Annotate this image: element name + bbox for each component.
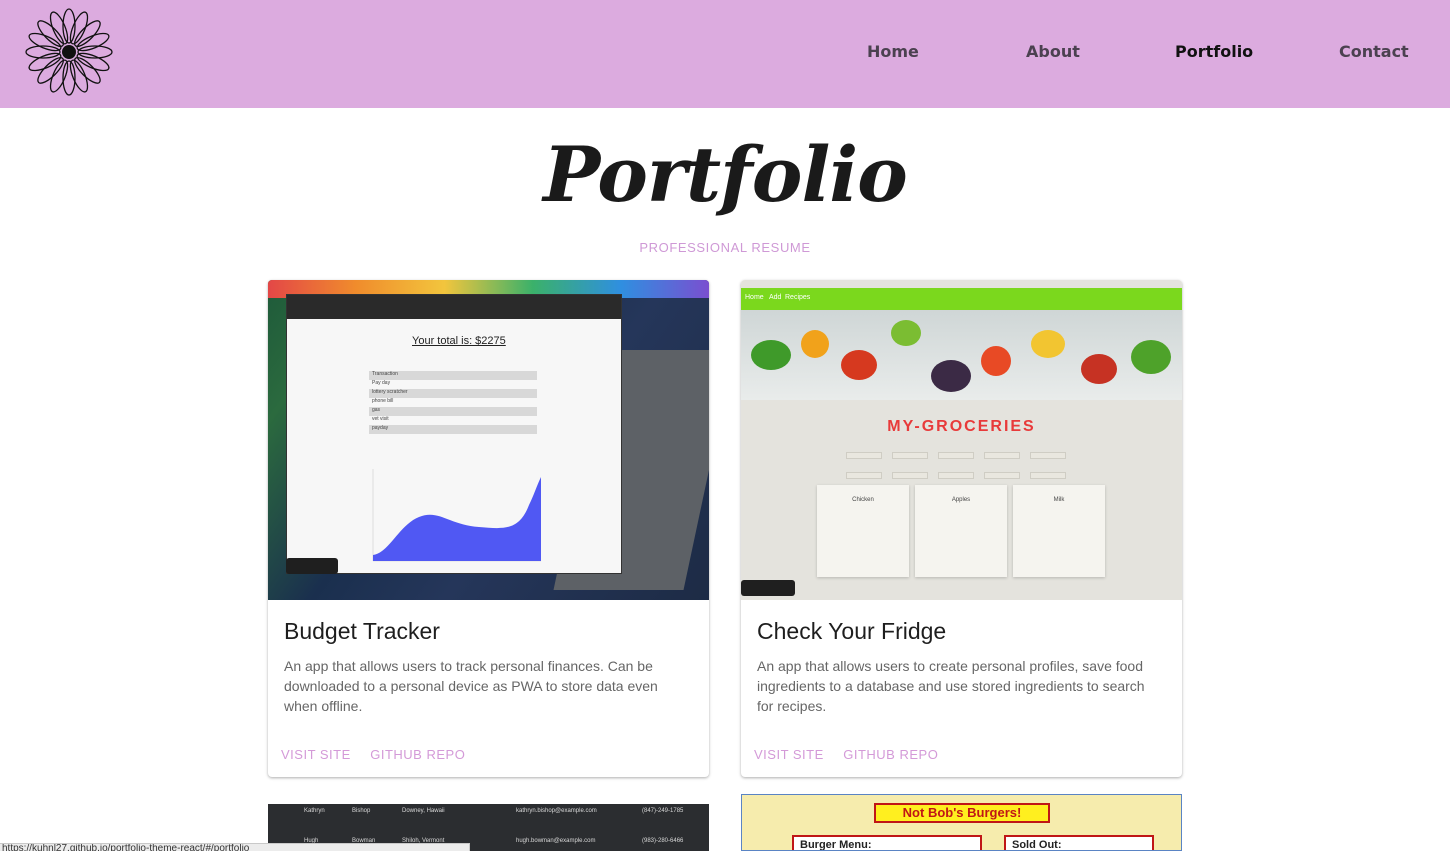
visit-site-link[interactable]: VISIT SITE (281, 747, 351, 762)
visit-site-link[interactable]: VISIT SITE (754, 747, 824, 762)
nav-contact[interactable]: Contact (1339, 42, 1409, 61)
table-row: phone bill (372, 398, 394, 404)
budget-total-text: Your total is: $2275 (412, 335, 506, 347)
project-card-budget-tracker: Your total is: $2275 Transaction Pay day… (268, 280, 709, 777)
card-actions: VISIT SITE GITHUB REPO (754, 746, 953, 764)
nav-portfolio[interactable]: Portfolio (1175, 42, 1253, 61)
nav-about[interactable]: About (1026, 42, 1080, 61)
app-nav-recipes: Recipes (785, 294, 811, 301)
page-title: Portfolio (543, 130, 908, 219)
grocery-item-card: Milk (1013, 485, 1105, 577)
card-description: An app that allows users to track person… (284, 658, 658, 714)
card-title: Budget Tracker (284, 618, 440, 644)
app-navbar: Home Add Recipes (741, 288, 1182, 310)
status-bar-url: https://kuhnl27.github.io/portfolio-them… (0, 843, 470, 851)
table-row: gas (369, 407, 537, 416)
table-row: Pay day (372, 380, 391, 386)
professional-resume-link[interactable]: PROFESSIONAL RESUME (0, 240, 1450, 255)
table-row: Kathryn Bishop Downey, Hawaii kathryn.bi… (304, 808, 684, 814)
site-header: Home About Portfolio Contact (0, 0, 1450, 108)
card-title: Check Your Fridge (757, 618, 947, 644)
app-nav-add: Add (769, 294, 782, 301)
transaction-table: Transaction Pay day lottery scratcher ph… (369, 371, 537, 434)
grocery-item-card: Chicken (817, 485, 909, 577)
card-actions: VISIT SITE GITHUB REPO (281, 746, 480, 764)
project-card-burger-screenshot[interactable]: Not Bob's Burgers! Burger Menu: Sold Out… (741, 794, 1182, 851)
budget-area-chart (372, 469, 541, 562)
sold-out-box: Sold Out: (1004, 835, 1154, 850)
table-row: vet visit (372, 416, 389, 422)
grocery-item-card: Apples (915, 485, 1007, 577)
project-card-check-your-fridge: Home Add Recipes MY-GROCERIES Chicken Ap… (741, 280, 1182, 777)
project-screenshot[interactable]: Home Add Recipes MY-GROCERIES Chicken Ap… (741, 280, 1182, 600)
burger-menu-box: Burger Menu: (792, 835, 982, 850)
burger-banner: Not Bob's Burgers! (874, 803, 1050, 823)
github-repo-link[interactable]: GITHUB REPO (370, 747, 465, 762)
browser-chrome (287, 295, 621, 319)
screen-recorder-toolbar (286, 558, 338, 574)
category-chips (841, 448, 1091, 488)
screen-recorder-toolbar (741, 580, 795, 596)
browser-window: Your total is: $2275 Transaction Pay day… (286, 294, 622, 574)
app-logo-text: MY-GROCERIES (887, 418, 1036, 435)
card-description: An app that allows users to create perso… (757, 658, 1145, 714)
vegetables-hero-image (741, 310, 1182, 400)
app-nav-home: Home (745, 294, 764, 301)
daisy-flower-icon[interactable] (22, 8, 116, 98)
table-row: payday (369, 425, 537, 434)
table-row: Transaction (369, 371, 537, 380)
project-screenshot[interactable]: Your total is: $2275 Transaction Pay day… (268, 280, 709, 600)
table-row: lottery scratcher (369, 389, 537, 398)
github-repo-link[interactable]: GITHUB REPO (843, 747, 938, 762)
nav-home[interactable]: Home (867, 42, 919, 61)
